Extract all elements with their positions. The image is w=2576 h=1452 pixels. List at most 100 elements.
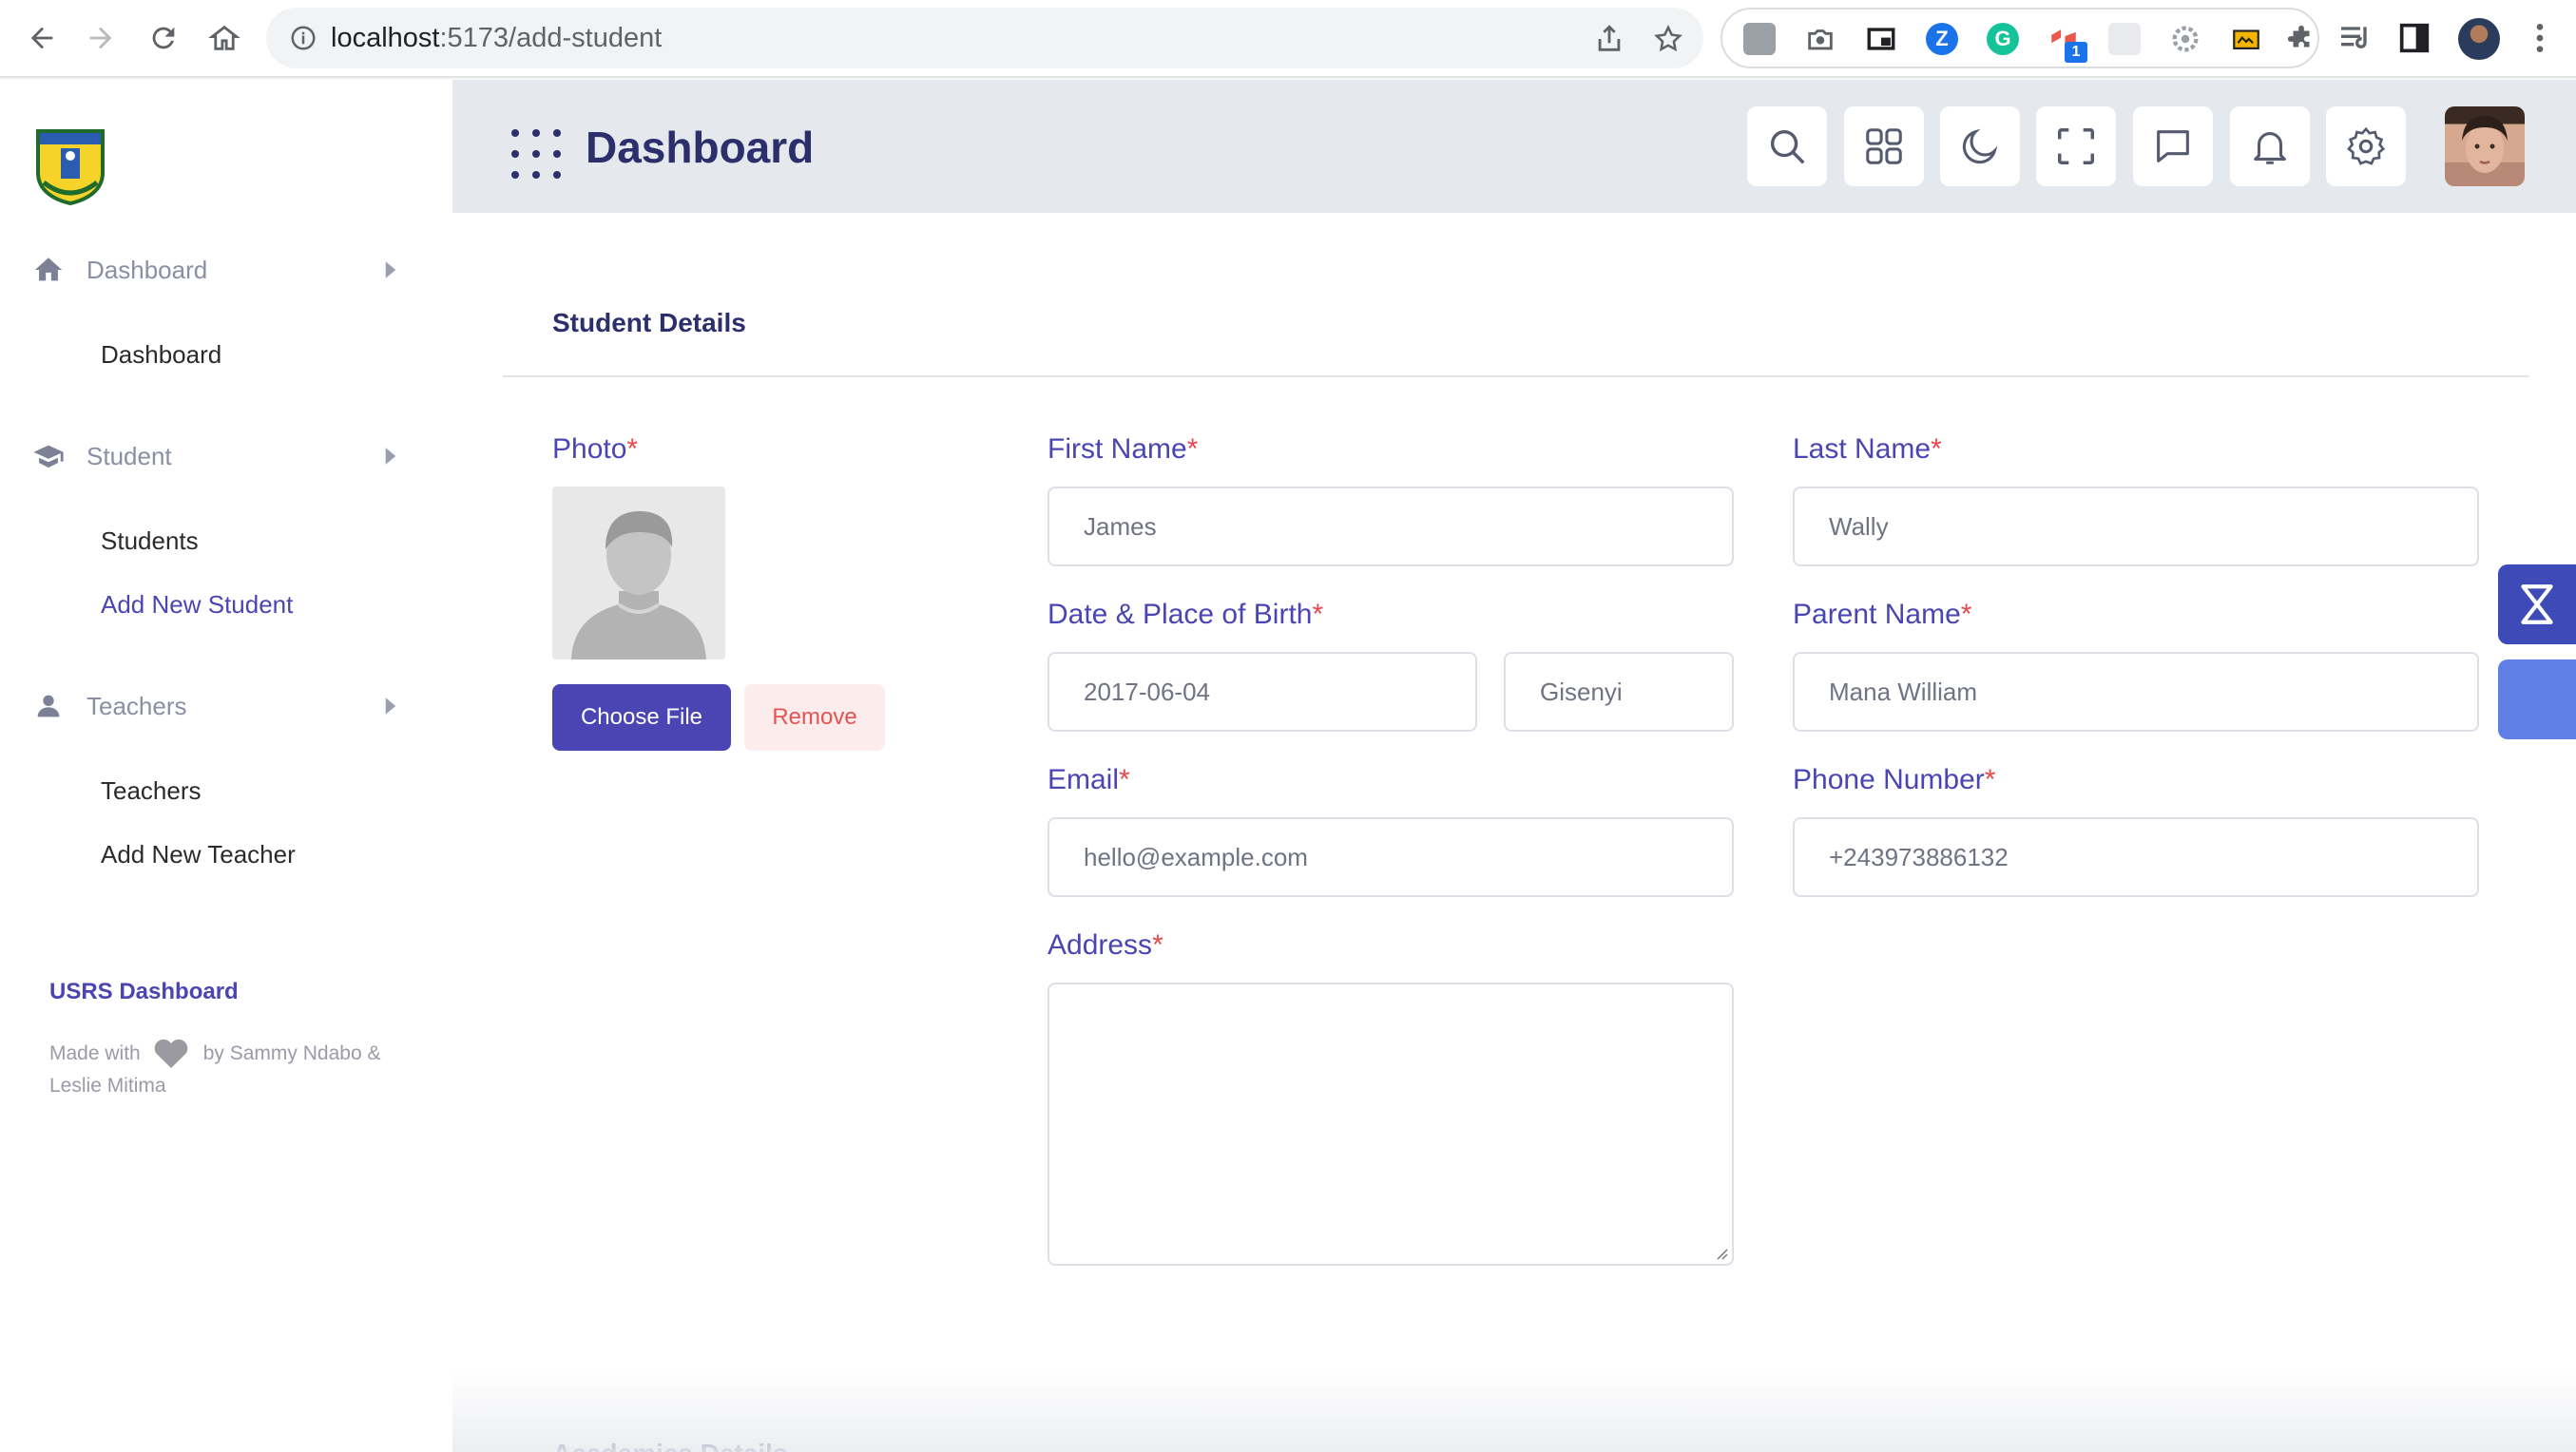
required-mark: *	[626, 433, 639, 465]
sidebar-section-teachers[interactable]: Teachers	[0, 679, 452, 733]
zoom-extension-icon[interactable]: Z	[1926, 23, 1958, 55]
phone-input[interactable]: +243973886132	[1793, 817, 2479, 897]
credits: Made with by Sammy Ndabo & Leslie Mitima	[49, 1038, 401, 1101]
media-controls-icon[interactable]	[2336, 19, 2374, 57]
home-icon	[34, 258, 63, 281]
bell-icon	[2254, 132, 2286, 164]
header-settings-button[interactable]	[2326, 106, 2406, 186]
section-title: Student Details	[552, 308, 746, 337]
caret-right-icon	[385, 697, 396, 715]
bookmark-star-icon[interactable]	[1652, 23, 1684, 55]
search-icon	[1770, 129, 1805, 164]
apps-launcher-icon[interactable]	[509, 127, 563, 181]
moon-icon	[1962, 128, 1998, 164]
birth-label: Date & Place of Birth*	[1048, 599, 1323, 631]
required-mark: *	[1984, 764, 1996, 795]
header-theme-toggle[interactable]	[1940, 106, 2020, 186]
page-title: Dashboard	[586, 123, 815, 172]
sidebar-section-label: Dashboard	[87, 255, 208, 284]
address-bar[interactable]: localhost:5173/add-student	[266, 8, 1703, 68]
forward-button[interactable]	[80, 17, 122, 59]
user-profile-avatar[interactable]	[2445, 106, 2525, 186]
sidebar-section-label: Teachers	[87, 691, 187, 720]
heart-icon	[154, 1040, 188, 1069]
photo-preview	[552, 487, 725, 659]
required-mark: *	[1119, 764, 1130, 795]
birth-date-input[interactable]: 2017-06-04	[1048, 652, 1477, 732]
extension-image-icon[interactable]	[1743, 23, 1776, 55]
student-form-card: Student Details Photo* Choose File Remov…	[452, 213, 2576, 1452]
resize-grip-icon[interactable]	[1713, 1245, 1728, 1260]
folder-extension-icon[interactable]	[2230, 23, 2262, 55]
parent-name-input[interactable]: Mana William	[1793, 652, 2479, 732]
address-textarea[interactable]	[1048, 983, 1734, 1266]
sidebar-item-add-new-teacher[interactable]: Add New Teacher	[101, 840, 296, 869]
required-mark: *	[1960, 599, 1972, 630]
info-icon[interactable]	[289, 24, 317, 52]
back-button[interactable]	[21, 17, 63, 59]
browser-profile-avatar[interactable]	[2458, 18, 2500, 60]
header-fullscreen-button[interactable]	[2036, 106, 2116, 186]
settings-extension-icon[interactable]	[2169, 23, 2201, 55]
picture-in-picture-icon[interactable]	[1865, 23, 1897, 55]
sidebar-section-student[interactable]: Student	[0, 430, 452, 483]
parent-name-label: Parent Name*	[1793, 599, 1971, 631]
grammarly-icon[interactable]: G	[1987, 23, 2019, 55]
avatar-placeholder-icon	[552, 487, 725, 659]
floating-side-tab[interactable]	[2498, 659, 2576, 739]
kebab-menu-icon[interactable]	[2521, 19, 2559, 57]
header-search-button[interactable]	[1747, 106, 1827, 186]
extension-badge: 1	[2065, 42, 2087, 63]
graduation-cap-icon	[33, 445, 64, 468]
apps-grid-icon	[1866, 128, 1902, 164]
camera-extension-icon[interactable]	[1804, 23, 1836, 55]
first-name-input[interactable]: James	[1048, 487, 1734, 566]
header-messages-button[interactable]	[2133, 106, 2213, 186]
caret-right-icon	[385, 448, 396, 465]
fullscreen-icon	[2058, 128, 2094, 164]
address-label-text: Address	[1048, 929, 1153, 961]
side-panel-icon[interactable]	[2395, 19, 2433, 57]
reload-icon	[152, 27, 175, 49]
email-label: Email*	[1048, 764, 1130, 796]
chat-icon	[2157, 130, 2189, 162]
header-notifications-button[interactable]	[2230, 106, 2310, 186]
sidebar-section-dashboard[interactable]: Dashboard	[0, 243, 452, 296]
required-mark: *	[1152, 929, 1163, 961]
remove-photo-button[interactable]: Remove	[744, 684, 885, 751]
choose-file-button[interactable]: Choose File	[552, 684, 731, 751]
first-name-label: First Name*	[1048, 433, 1198, 466]
floating-widget-button[interactable]	[2498, 564, 2576, 644]
sidebar-item-students[interactable]: Students	[101, 526, 199, 556]
devtools-extension-icon[interactable]: 1	[2047, 23, 2087, 63]
sidebar-brand: USRS Dashboard	[49, 979, 239, 1004]
photo-label-text: Photo	[552, 433, 627, 465]
required-mark: *	[1312, 599, 1324, 630]
birth-label-text: Date & Place of Birth	[1048, 599, 1313, 630]
sidebar-item-add-new-student[interactable]: Add New Student	[101, 590, 293, 620]
home-button[interactable]	[203, 17, 245, 59]
email-label-text: Email	[1048, 764, 1120, 795]
reload-button[interactable]	[143, 17, 184, 59]
email-input[interactable]: hello@example.com	[1048, 817, 1734, 897]
sidebar-item-dashboard[interactable]: Dashboard	[101, 340, 221, 370]
university-logo[interactable]	[32, 127, 108, 205]
address-label: Address*	[1048, 929, 1163, 962]
share-icon[interactable]	[1593, 23, 1625, 55]
header-apps-button[interactable]	[1844, 106, 1924, 186]
puzzle-icon[interactable]	[2285, 23, 2317, 55]
url-text[interactable]: localhost:5173/add-student	[331, 8, 662, 68]
credits-prefix: Made with	[49, 1042, 141, 1064]
last-name-label: Last Name*	[1793, 433, 1942, 466]
required-mark: *	[1186, 433, 1199, 465]
pattern-extension-icon[interactable]	[2108, 23, 2141, 55]
academics-section-title: Academics Details	[552, 1439, 787, 1452]
birth-place-input[interactable]: Gisenyi	[1504, 652, 1734, 732]
url-path: :5173/add-student	[439, 23, 663, 53]
sidebar-section-label: Student	[87, 441, 172, 470]
last-name-input[interactable]: Wally	[1793, 487, 2479, 566]
phone-label: Phone Number*	[1793, 764, 1995, 796]
top-header: Dashboard	[452, 80, 2576, 213]
sidebar-item-teachers[interactable]: Teachers	[101, 776, 202, 806]
phone-label-text: Phone Number	[1793, 764, 1985, 795]
